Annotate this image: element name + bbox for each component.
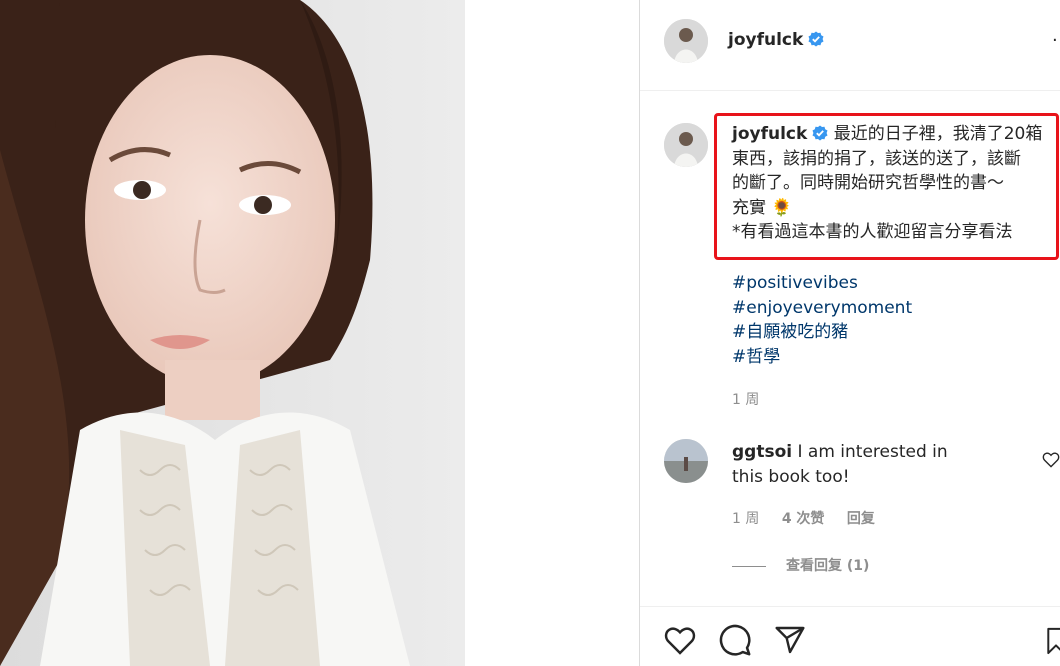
hashtag-link[interactable]: #哲學 — [732, 345, 912, 370]
caption-avatar[interactable] — [664, 123, 708, 167]
hashtag-list: #positivevibes #enjoyeverymoment #自願被吃的豬… — [732, 271, 912, 369]
comment-icon[interactable] — [718, 623, 752, 657]
comment: ggtsoi I am interested in this book too! — [732, 440, 982, 489]
caption-line: joyfulck 最近的日子裡，我清了20箱 — [732, 122, 1060, 147]
caption-username[interactable]: joyfulck — [732, 124, 807, 144]
post-timestamp[interactable]: 1 周 — [732, 389, 759, 409]
commenter-avatar[interactable] — [664, 439, 708, 483]
heart-icon[interactable] — [663, 625, 697, 655]
bookmark-icon[interactable] — [1045, 624, 1060, 658]
post-caption: joyfulck 最近的日子裡，我清了20箱 東西，該捐的捐了，該送的送了，該斷… — [732, 122, 1060, 245]
more-options-button[interactable]: ··· — [1052, 30, 1060, 51]
hashtag-link[interactable]: #positivevibes — [732, 271, 912, 296]
comment-timestamp[interactable]: 1 周 — [732, 511, 759, 527]
author-username[interactable]: joyfulck — [728, 30, 824, 50]
hashtag-link[interactable]: #enjoyeverymoment — [732, 296, 912, 321]
post-photo[interactable] — [0, 0, 465, 666]
author-username-text[interactable]: joyfulck — [728, 30, 803, 50]
caption-line: *有看過這本書的人歡迎留言分享看法 — [732, 222, 1013, 242]
hashtag-link[interactable]: #自願被吃的豬 — [732, 320, 912, 345]
verified-badge-icon — [808, 31, 824, 47]
comment-likes[interactable]: 4 次赞 — [782, 511, 825, 527]
author-avatar[interactable] — [664, 19, 708, 63]
replies-divider — [732, 565, 766, 567]
commenter-username[interactable]: ggtsoi — [732, 442, 792, 462]
caption-line: 東西，該捐的捐了，該送的送了，該斷 — [732, 148, 1021, 169]
caption-text: 最近的日子裡，我清了20箱 — [833, 124, 1043, 144]
portrait-image — [0, 0, 465, 666]
view-replies-label[interactable]: 查看回复 (1) — [786, 558, 869, 574]
post-detail-panel: joyfulck ··· joyfulck 最近的日子裡，我清了20箱 東西，該… — [639, 0, 1060, 666]
caption-line: 的斷了。同時開始研究哲學性的書～ — [732, 173, 1004, 193]
comment-like-icon[interactable] — [1042, 451, 1060, 468]
post-header: joyfulck ··· — [640, 0, 1060, 91]
comment-reply-button[interactable]: 回复 — [847, 511, 875, 527]
gutter — [465, 0, 639, 666]
action-bar — [640, 606, 1060, 666]
view-replies-button[interactable]: 查看回复 (1) — [732, 555, 869, 575]
verified-badge-icon — [812, 125, 828, 141]
share-icon[interactable] — [773, 624, 807, 656]
caption-line: 充實 🌻 — [732, 197, 793, 218]
comment-meta: 1 周 4 次赞 回复 — [732, 508, 893, 528]
